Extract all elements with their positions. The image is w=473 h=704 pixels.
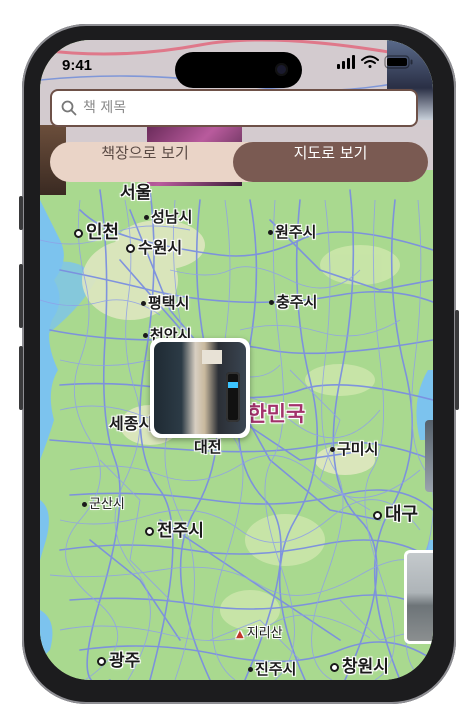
city-marker-icon	[144, 215, 149, 220]
action-button	[19, 196, 23, 230]
city-label-jeonju[interactable]: 전주시	[145, 516, 204, 541]
city-marker-icon	[145, 526, 154, 536]
dynamic-island	[175, 52, 302, 88]
city-label-suwon[interactable]: 수원시	[126, 234, 182, 258]
city-label-incheon[interactable]: 인천	[74, 218, 119, 244]
status-icons	[337, 55, 413, 69]
bookshelf-view-button[interactable]: 책장으로 보기	[50, 142, 240, 182]
volume-down-button	[19, 346, 23, 410]
city-label-chungju[interactable]: 충주시	[269, 291, 317, 312]
city-label-jinju[interactable]: 진주시	[248, 658, 296, 679]
search-icon	[61, 100, 77, 116]
city-label-daegu[interactable]: 대구	[373, 500, 418, 526]
map-view-button[interactable]: 지도로 보기	[233, 142, 428, 182]
city-label-seongnam[interactable]: 성남시	[144, 206, 192, 227]
city-marker-icon	[268, 230, 273, 235]
city-marker-icon	[330, 662, 339, 672]
city-marker-icon	[373, 510, 382, 520]
city-label-wonju[interactable]: 원주시	[268, 221, 316, 242]
city-marker-icon	[126, 244, 135, 253]
map-photo-pin-right-middle[interactable]	[425, 420, 433, 492]
map-photo-pin-center[interactable]	[150, 338, 250, 438]
cellular-signal-icon	[337, 55, 355, 69]
mountain-icon: ▲	[236, 629, 244, 640]
city-label-daejeon[interactable]: 대전	[194, 436, 222, 457]
city-marker-icon	[82, 502, 87, 507]
map-photo-image	[154, 342, 246, 434]
city-marker-icon	[330, 447, 335, 452]
volume-up-button	[19, 264, 23, 328]
city-marker-icon	[248, 667, 253, 672]
battery-icon	[384, 55, 413, 69]
view-toggle: 책장으로 보기 지도로 보기	[50, 142, 428, 182]
search-bar[interactable]	[50, 89, 418, 127]
city-label-gunsan[interactable]: 군산시	[82, 493, 125, 512]
map-photo-pin-right-bottom[interactable]	[404, 550, 433, 644]
power-button	[455, 310, 459, 410]
city-marker-icon	[97, 656, 106, 666]
poi-label-jirisan[interactable]: ▲ 지리산	[236, 622, 283, 641]
map-label-seoul-partial: 서울	[120, 183, 152, 203]
city-marker-icon	[269, 300, 274, 305]
city-marker-icon	[141, 301, 146, 306]
city-label-sejong[interactable]: 세종시	[109, 410, 153, 434]
camera-icon	[275, 63, 288, 76]
city-marker-icon	[143, 333, 148, 338]
city-marker-icon	[74, 228, 83, 238]
search-input[interactable]	[83, 97, 403, 119]
wifi-icon	[361, 55, 379, 68]
status-time: 9:41	[62, 57, 93, 74]
screen: 9:41 책장으로 보기 지도로 보기 서울 인천 성남시 수원시	[40, 40, 433, 680]
city-label-gumi[interactable]: 구미시	[330, 438, 378, 459]
city-label-changwon[interactable]: 창원시	[330, 652, 389, 677]
city-label-pyeongtaek[interactable]: 평택시	[141, 292, 189, 313]
city-label-gwangju[interactable]: 광주	[97, 646, 140, 671]
